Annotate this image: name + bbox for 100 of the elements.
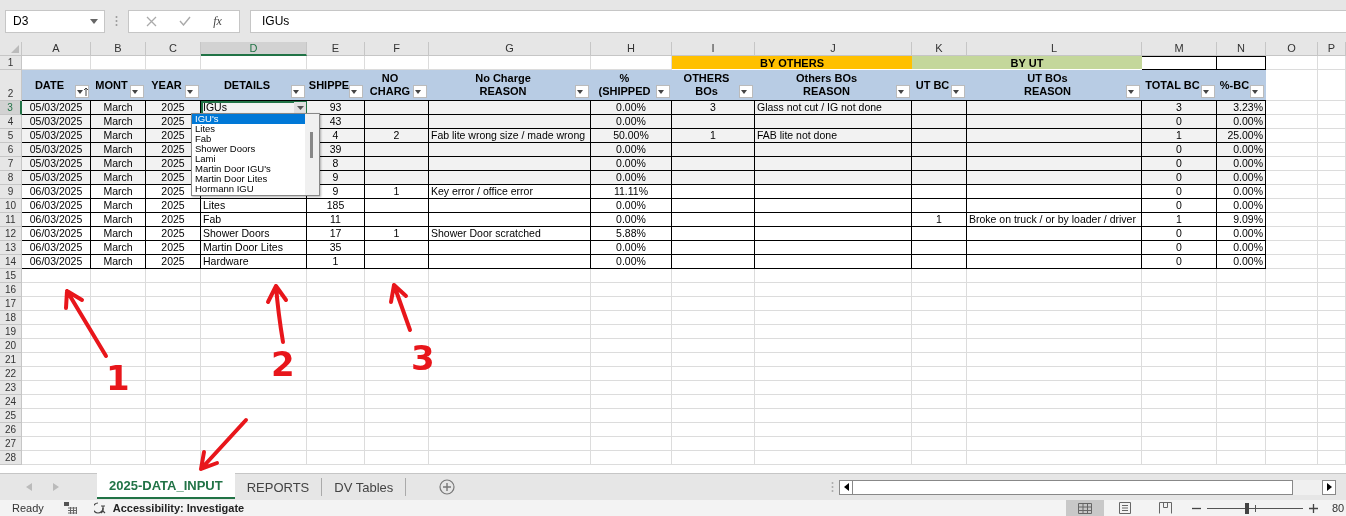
filter-button[interactable] bbox=[896, 85, 910, 98]
column-header[interactable]: N bbox=[1217, 42, 1266, 56]
reason-cell: Glass not cut / IG not done bbox=[755, 101, 912, 115]
empty-cell bbox=[146, 367, 201, 381]
row-header[interactable]: 6 bbox=[0, 143, 22, 157]
add-sheet-icon[interactable] bbox=[439, 479, 456, 495]
row-header[interactable]: 13 bbox=[0, 241, 22, 255]
empty-cell bbox=[1217, 353, 1266, 367]
row-header[interactable]: 27 bbox=[0, 437, 22, 451]
filter-button[interactable] bbox=[951, 85, 965, 98]
row-header[interactable]: 11 bbox=[0, 213, 22, 227]
filter-button[interactable] bbox=[739, 85, 753, 98]
column-header[interactable]: B bbox=[91, 42, 146, 56]
row-header[interactable]: 16 bbox=[0, 283, 22, 297]
row-header[interactable]: 4 bbox=[0, 115, 22, 129]
row-header[interactable]: 1 bbox=[0, 56, 22, 70]
formula-field[interactable]: IGUs bbox=[250, 9, 1346, 33]
row-header[interactable]: 12 bbox=[0, 227, 22, 241]
column-header[interactable]: F bbox=[365, 42, 429, 56]
filter-button[interactable] bbox=[1250, 85, 1264, 98]
column-header[interactable]: P bbox=[1318, 42, 1346, 56]
insert-function-button[interactable]: fx bbox=[213, 13, 222, 29]
column-header[interactable]: C bbox=[146, 42, 201, 56]
empty-cell bbox=[1318, 143, 1346, 157]
scroll-thumb[interactable] bbox=[310, 132, 313, 158]
row-header[interactable]: 8 bbox=[0, 171, 22, 185]
name-box[interactable]: D3 bbox=[5, 9, 105, 33]
row-header[interactable]: 15 bbox=[0, 269, 22, 283]
percent-cell: 9.09% bbox=[1217, 213, 1266, 227]
row-header[interactable]: 5 bbox=[0, 129, 22, 143]
column-header[interactable]: E bbox=[307, 42, 365, 56]
column-header[interactable]: J bbox=[755, 42, 912, 56]
row-header[interactable]: 2 bbox=[0, 70, 22, 101]
table-cell bbox=[912, 255, 967, 269]
shipped-cell: 93 bbox=[307, 101, 365, 115]
empty-cell bbox=[912, 325, 967, 339]
row-header[interactable]: 18 bbox=[0, 311, 22, 325]
row-header[interactable]: 20 bbox=[0, 339, 22, 353]
column-header[interactable]: O bbox=[1266, 42, 1318, 56]
group-header: BY UT bbox=[912, 56, 1142, 70]
percent-cell: 0.00% bbox=[1217, 115, 1266, 129]
row-header[interactable]: 22 bbox=[0, 367, 22, 381]
scroll-left-button[interactable] bbox=[839, 479, 854, 495]
zoom-in-icon[interactable] bbox=[1309, 503, 1318, 513]
empty-cell bbox=[1318, 367, 1346, 381]
accessibility-status[interactable]: Accessibility: Investigate bbox=[112, 502, 245, 514]
filter-button[interactable] bbox=[130, 85, 144, 98]
grid-view-button[interactable] bbox=[1066, 500, 1104, 516]
scrollbar[interactable] bbox=[305, 114, 319, 195]
row-header[interactable]: 17 bbox=[0, 297, 22, 311]
column-header[interactable]: K bbox=[912, 42, 967, 56]
table-cell bbox=[912, 115, 967, 129]
row-header[interactable]: 19 bbox=[0, 325, 22, 339]
month-cell: March bbox=[91, 115, 146, 129]
column-header[interactable]: M bbox=[1142, 42, 1217, 56]
row-header[interactable]: 7 bbox=[0, 157, 22, 171]
row-header[interactable]: 25 bbox=[0, 409, 22, 423]
sheet-tab[interactable]: REPORTS bbox=[234, 478, 323, 496]
zoom-slider[interactable] bbox=[1207, 502, 1303, 514]
macro-recording-icon[interactable] bbox=[63, 502, 77, 514]
empty-cell bbox=[91, 409, 146, 423]
filter-button[interactable] bbox=[349, 85, 363, 98]
column-header[interactable]: I bbox=[672, 42, 755, 56]
dropdown-button[interactable] bbox=[294, 102, 306, 114]
empty-cell bbox=[91, 423, 146, 437]
filter-button[interactable] bbox=[1126, 85, 1140, 98]
reason-cell: Key error / office error bbox=[429, 185, 591, 199]
filter-button[interactable] bbox=[1201, 85, 1215, 98]
sheet-tab[interactable]: DV Tables bbox=[322, 478, 407, 496]
row-header[interactable]: 10 bbox=[0, 199, 22, 213]
filter-button[interactable] bbox=[185, 85, 199, 98]
row-header[interactable]: 14 bbox=[0, 255, 22, 269]
empty-cell bbox=[1217, 395, 1266, 409]
count-cell: 1 bbox=[1142, 213, 1217, 227]
accessibility-icon[interactable] bbox=[93, 502, 108, 514]
column-header[interactable]: A bbox=[22, 42, 91, 56]
row-header[interactable]: 24 bbox=[0, 395, 22, 409]
zoom-level[interactable]: 80 bbox=[1332, 502, 1346, 514]
filter-button[interactable] bbox=[656, 85, 670, 98]
column-header[interactable]: L bbox=[967, 42, 1142, 56]
sheet-tab[interactable]: 2025-DATA_INPUT bbox=[97, 473, 235, 499]
row-header[interactable]: 21 bbox=[0, 353, 22, 367]
column-header[interactable]: G bbox=[429, 42, 591, 56]
sort-filter-button[interactable] bbox=[75, 85, 89, 98]
reason-cell: FAB lite not done bbox=[755, 129, 912, 143]
empty-cell bbox=[365, 437, 429, 451]
scroll-right-button[interactable] bbox=[1322, 479, 1337, 495]
filter-button[interactable] bbox=[575, 85, 589, 98]
dropdown-option[interactable]: IGU's bbox=[192, 114, 305, 124]
filter-button[interactable] bbox=[413, 85, 427, 98]
filter-button[interactable] bbox=[291, 85, 305, 98]
column-header[interactable]: H bbox=[591, 42, 672, 56]
row-header[interactable]: 9 bbox=[0, 185, 22, 199]
row-header[interactable]: 26 bbox=[0, 423, 22, 437]
row-header[interactable]: 3 bbox=[0, 101, 22, 115]
row-header[interactable]: 28 bbox=[0, 451, 22, 465]
slider-thumb[interactable] bbox=[1245, 503, 1250, 514]
row-header[interactable]: 23 bbox=[0, 381, 22, 395]
column-header[interactable]: D bbox=[201, 42, 307, 56]
year-cell: 2025 bbox=[146, 227, 201, 241]
